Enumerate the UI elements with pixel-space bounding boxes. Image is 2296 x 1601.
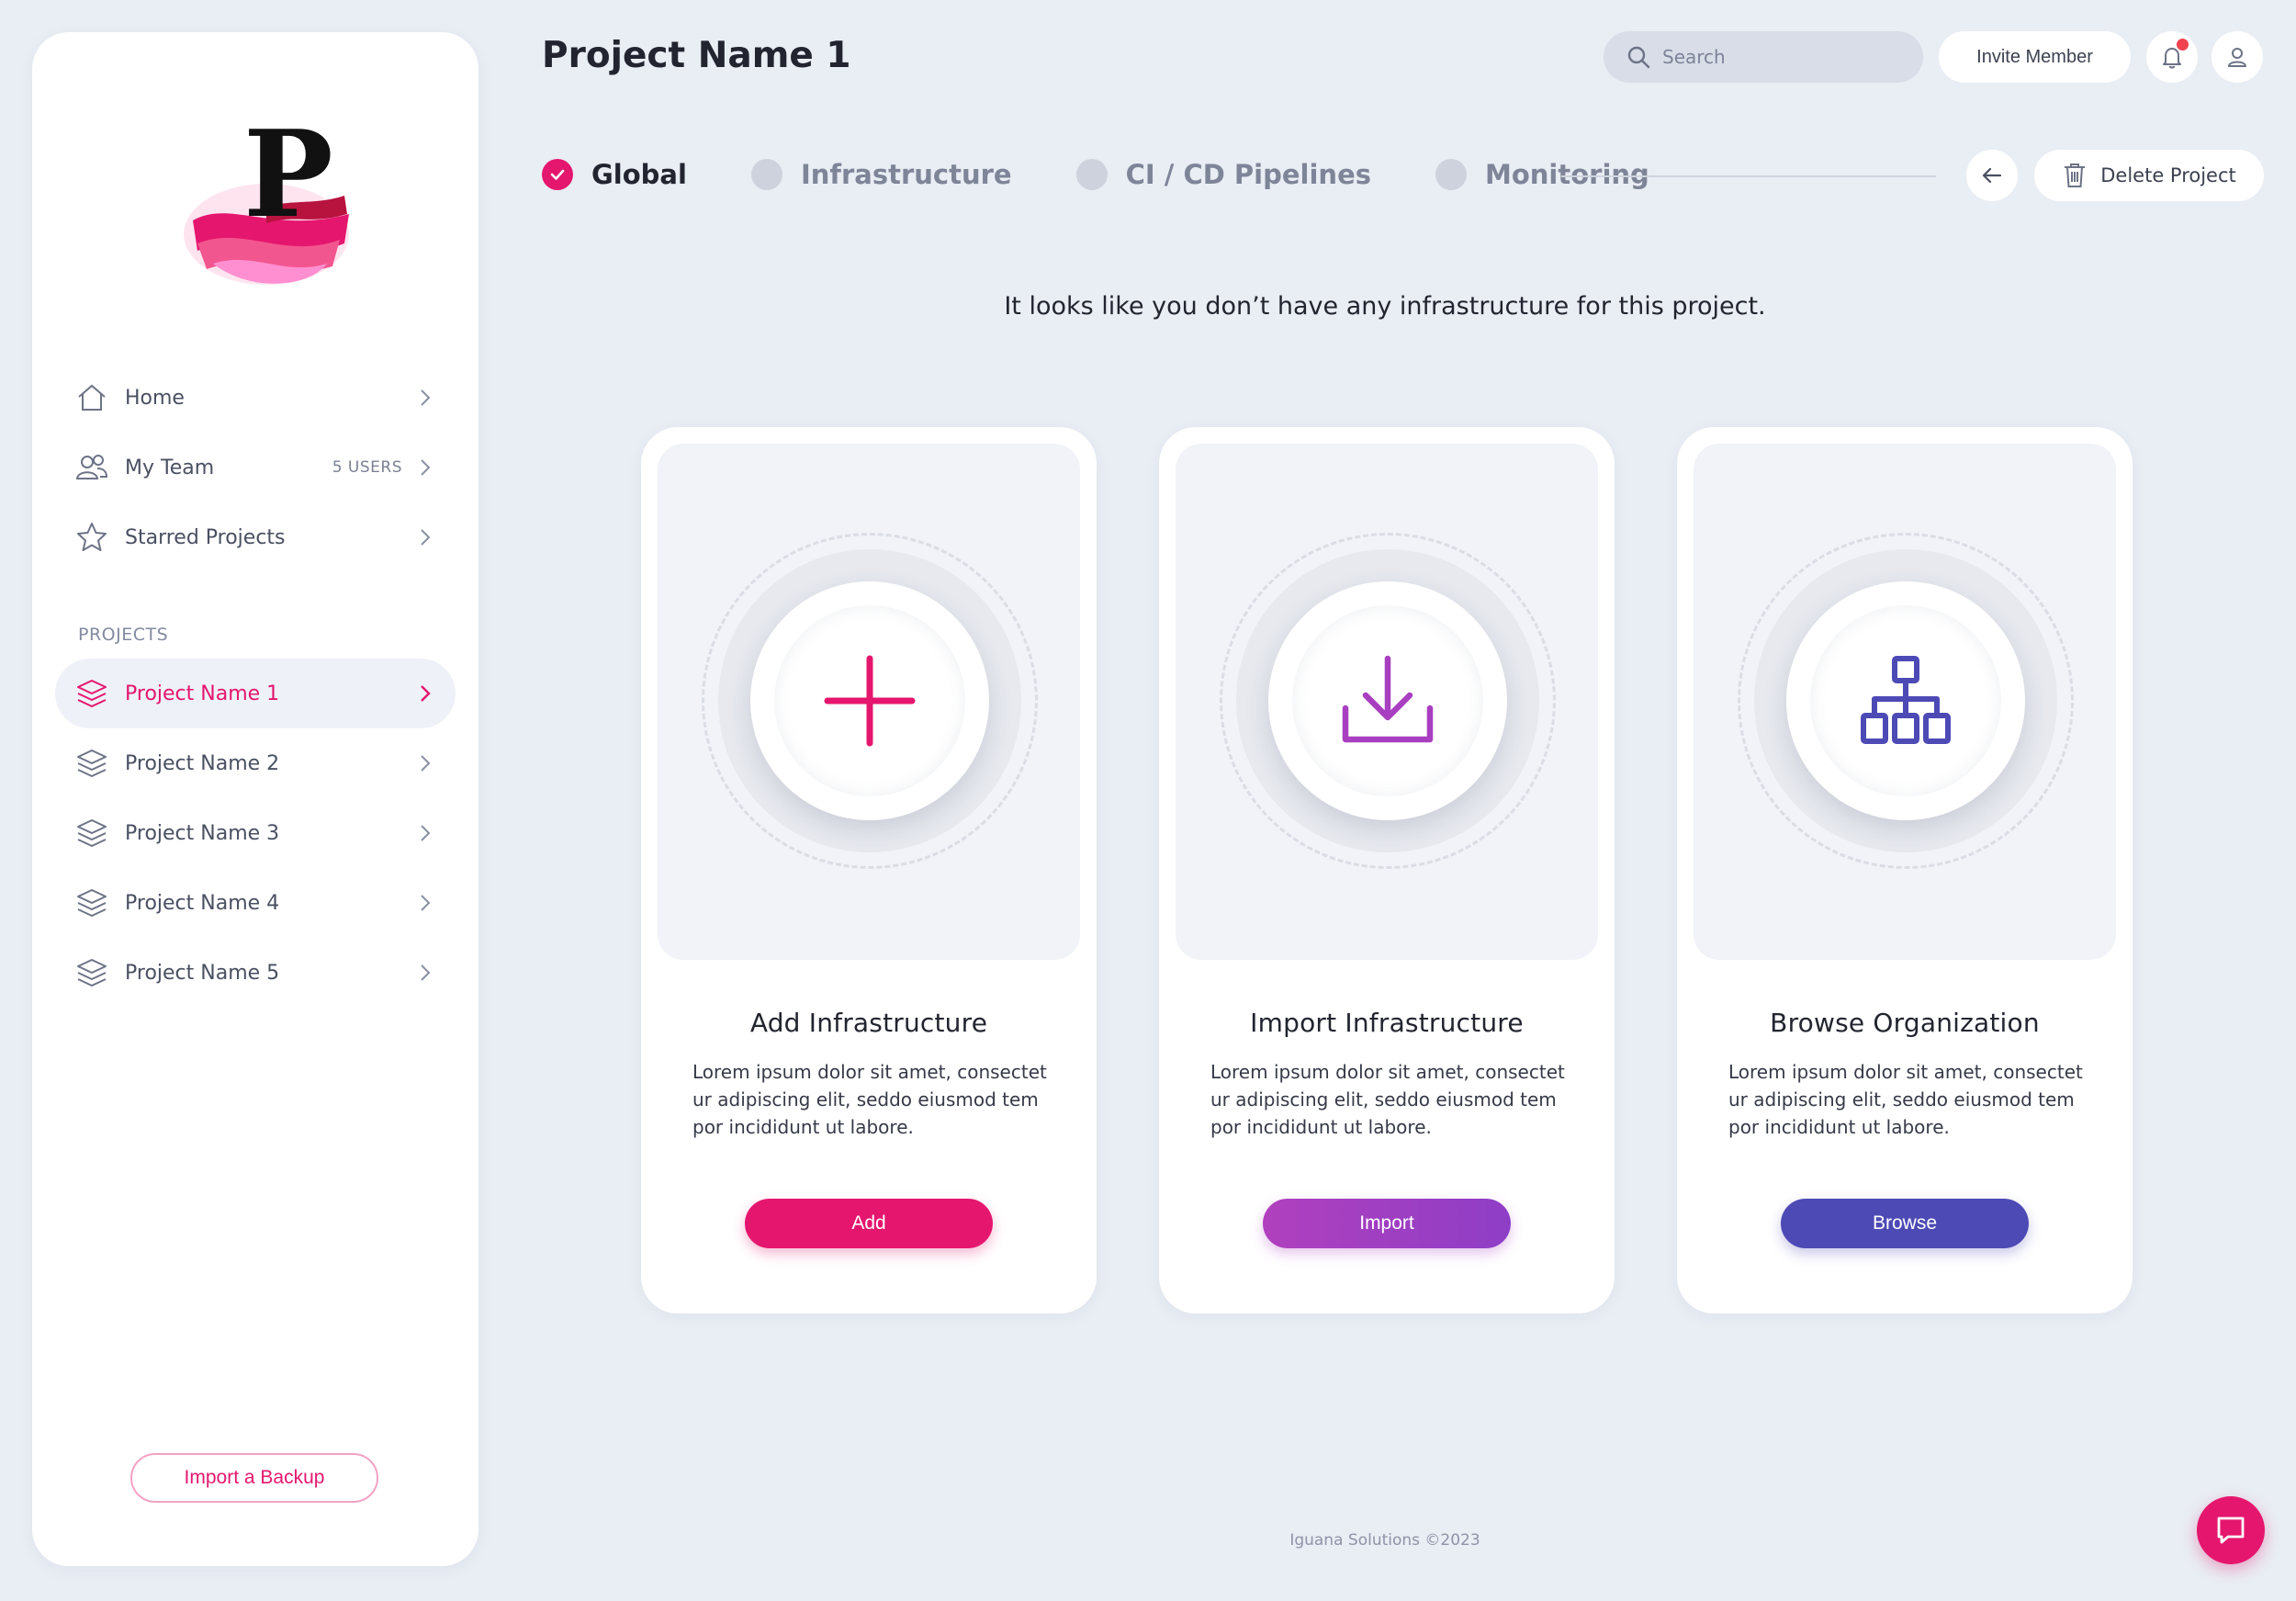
chevron-right-icon (421, 459, 431, 476)
tab-label: Global (591, 159, 687, 190)
tab-ci-cd-pipelines[interactable]: CI / CD Pipelines (1075, 159, 1371, 190)
svg-text:P: P (243, 104, 333, 244)
tab-label: CI / CD Pipelines (1125, 159, 1371, 190)
browse-organization-card: Browse Organization Lorem ipsum dolor si… (1677, 427, 2133, 1313)
check-icon (542, 159, 573, 190)
footer: Iguana Solutions ©2023 (0, 1531, 2296, 1550)
chevron-right-icon (421, 389, 431, 406)
copyright-text: Iguana Solutions ©2023 (1289, 1531, 1480, 1550)
project-list: Project Name 1 Project Name 2 Project Na… (55, 659, 456, 1008)
empty-state-row: It looks like you don’t have any infrast… (0, 292, 2296, 321)
team-icon (75, 455, 108, 479)
project-item-label: Project Name 5 (125, 961, 280, 985)
card-description: Lorem ipsum dolor sit amet, consectet ur… (1210, 1061, 1565, 1138)
project-item-1[interactable]: Project Name 1 (55, 659, 456, 728)
layers-icon (77, 680, 107, 707)
card-description: Lorem ipsum dolor sit amet, consectet ur… (1728, 1061, 2083, 1138)
main-nav: Home My Team 5 USERS Starred Projects (55, 363, 456, 572)
search-box[interactable] (1604, 31, 1923, 83)
layers-icon (77, 819, 107, 847)
nav-home-label: Home (125, 386, 185, 410)
user-icon (2228, 48, 2246, 67)
plus-icon (824, 655, 916, 747)
download-icon (1342, 655, 1434, 743)
project-item-2[interactable]: Project Name 2 (55, 728, 456, 798)
notifications-button[interactable] (2146, 31, 2198, 83)
org-chart-icon (1861, 656, 1951, 744)
search-input[interactable] (1662, 46, 1901, 68)
chevron-right-icon (421, 529, 431, 546)
layers-icon (77, 959, 107, 987)
project-item-4[interactable]: Project Name 4 (55, 868, 456, 938)
tab-label: Monitoring (1485, 159, 1649, 190)
chevron-right-icon (421, 895, 431, 911)
project-item-label: Project Name 2 (125, 751, 280, 775)
tab-label: Infrastructure (800, 159, 1012, 190)
chevron-right-icon (421, 825, 431, 841)
delete-project-label: Delete Project (2100, 164, 2236, 186)
user-profile-button[interactable] (2212, 31, 2263, 83)
delete-project-button[interactable]: Delete Project (2034, 150, 2264, 201)
team-count-badge: 5 USERS (332, 458, 402, 477)
layers-icon (77, 750, 107, 777)
chat-icon (2217, 1516, 2245, 1544)
import-button[interactable]: Import (1263, 1199, 1511, 1248)
tab-infrastructure[interactable]: Infrastructure (750, 159, 1012, 190)
projects-section-label: PROJECTS (78, 625, 169, 645)
import-backup-button[interactable]: Import a Backup (130, 1453, 378, 1503)
status-dot-icon (750, 159, 782, 190)
home-icon (78, 384, 106, 411)
chat-button[interactable] (2197, 1496, 2265, 1564)
project-item-label: Project Name 1 (125, 682, 280, 705)
project-item-5[interactable]: Project Name 5 (55, 938, 456, 1008)
chevron-right-icon (421, 964, 431, 981)
chevron-right-icon (421, 755, 431, 772)
back-button[interactable] (1966, 150, 2018, 201)
search-icon (1627, 46, 1650, 69)
tab-monitoring[interactable]: Monitoring (1435, 159, 1649, 190)
card-title: Browse Organization (1770, 1008, 2040, 1038)
tabs-divider (1561, 175, 1936, 177)
import-infrastructure-card: Import Infrastructure Lorem ipsum dolor … (1159, 427, 1615, 1313)
page-title: Project Name 1 (542, 35, 851, 76)
nav-my-team-label: My Team (125, 456, 215, 479)
sidebar: P Home My Team 5 USERS Starred Projects … (32, 32, 478, 1566)
nav-home[interactable]: Home (55, 363, 456, 433)
add-infrastructure-card: Add Infrastructure Lorem ipsum dolor sit… (641, 427, 1097, 1313)
tab-global[interactable]: Global (542, 159, 687, 190)
nav-starred-projects[interactable]: Starred Projects (55, 502, 456, 572)
card-illustration (1694, 444, 2116, 960)
project-item-label: Project Name 4 (125, 891, 280, 915)
notification-dot (2177, 39, 2189, 51)
browse-button[interactable]: Browse (1781, 1199, 2029, 1248)
card-illustration (658, 444, 1080, 960)
add-button[interactable]: Add (745, 1199, 993, 1248)
app-logo[interactable]: P (156, 96, 367, 308)
status-dot-icon (1075, 159, 1108, 190)
status-dot-icon (1435, 159, 1467, 190)
card-description: Lorem ipsum dolor sit amet, consectet ur… (692, 1061, 1047, 1138)
empty-state-message: It looks like you don’t have any infrast… (1004, 292, 1766, 321)
nav-starred-label: Starred Projects (125, 525, 286, 549)
project-item-label: Project Name 3 (125, 821, 280, 845)
trash-icon (2065, 163, 2086, 187)
project-item-3[interactable]: Project Name 3 (55, 798, 456, 868)
arrow-left-icon (1982, 167, 2002, 184)
project-tabs: Global Infrastructure CI / CD Pipelines … (542, 154, 1714, 195)
star-icon (77, 523, 107, 551)
invite-member-button[interactable]: Invite Member (1939, 31, 2131, 83)
card-title: Add Infrastructure (749, 1008, 988, 1038)
card-illustration (1176, 444, 1598, 960)
nav-my-team[interactable]: My Team 5 USERS (55, 433, 456, 502)
chevron-right-icon (421, 685, 431, 702)
layers-icon (77, 889, 107, 917)
card-title: Import Infrastructure (1250, 1008, 1524, 1038)
